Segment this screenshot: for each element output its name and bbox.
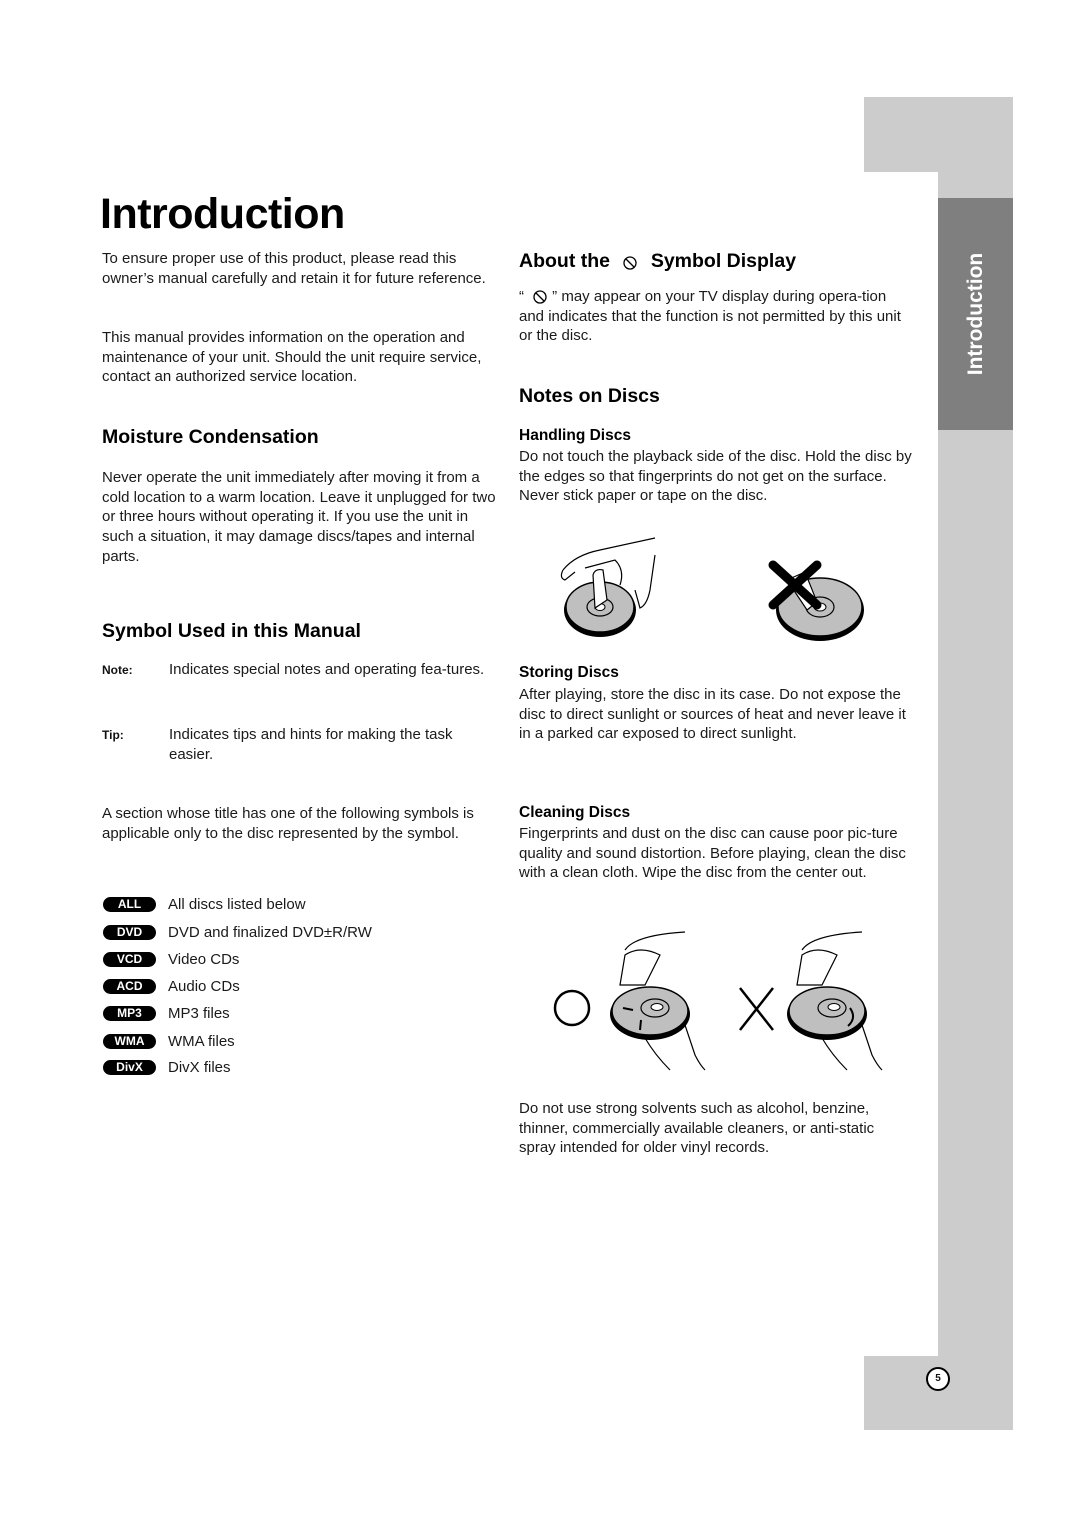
disc-desc: WMA files	[168, 1032, 235, 1050]
disc-desc: All discs listed below	[168, 895, 306, 913]
disc-desc: DVD and finalized DVD±R/RW	[168, 923, 372, 941]
circle-ok-mark	[553, 989, 591, 1027]
about-heading-pre: About the	[519, 250, 610, 272]
disc-desc: Audio CDs	[168, 977, 240, 995]
disc-legend-row: MP3 MP3 files	[103, 1003, 230, 1023]
cleaning-discs-illustration	[553, 931, 883, 1071]
definition-desc: Indicates tips and hints for making the …	[169, 726, 453, 763]
cleaning-warning-text: Do not use strong solvents such as alcoh…	[519, 1100, 875, 1157]
disc-badge-dvd: DVD	[103, 924, 156, 940]
disc-badge-all: ALL	[103, 896, 156, 912]
prohibited-icon	[533, 290, 547, 304]
wrong-handling-figure	[768, 560, 864, 641]
intro-paragraph-2: This manual provides information on the …	[102, 329, 482, 386]
storing-text: After playing, store the disc in its cas…	[519, 686, 906, 743]
about-symbol-text: “ ” may appear on your TV display during…	[519, 287, 914, 346]
disc-badge-vcd: VCD	[103, 951, 156, 967]
side-tab-label: Introduction	[963, 252, 987, 376]
cleaning-text: Fingerprints and dust on the disc can ca…	[519, 825, 906, 882]
disc-badge-wma: WMA	[103, 1033, 156, 1049]
about-symbol-heading: About the Symbol Display	[519, 250, 796, 273]
symbols-heading: Symbol Used in this Manual	[102, 620, 361, 642]
moisture-text: Never operate the unit immediately after…	[102, 469, 496, 565]
symbols-section-text: A section whose title has one of the fol…	[102, 805, 474, 842]
page-title: Introduction	[100, 190, 345, 238]
about-heading-post: Symbol Display	[650, 250, 797, 272]
disc-desc: DivX files	[168, 1058, 231, 1076]
moisture-heading: Moisture Condensation	[102, 426, 319, 448]
prohibited-icon	[623, 256, 638, 270]
definition-tip: Tip: Indicates tips and hints for making…	[102, 725, 499, 764]
quote-open: “	[519, 288, 524, 305]
correct-handling-figure	[560, 537, 656, 637]
disc-legend-row: DVD DVD and finalized DVD±R/RW	[103, 922, 372, 942]
disc-legend-row: ALL All discs listed below	[103, 894, 306, 914]
storing-heading: Storing Discs	[519, 664, 619, 681]
side-tab-active[interactable]: Introduction	[938, 198, 1013, 430]
handling-heading: Handling Discs	[519, 427, 631, 444]
disc-badge-mp3: MP3	[103, 1005, 156, 1021]
notes-on-discs-heading: Notes on Discs	[519, 385, 660, 407]
cleaning-heading: Cleaning Discs	[519, 804, 631, 821]
definition-term: Tip:	[102, 728, 124, 742]
disc-desc: Video CDs	[168, 950, 240, 968]
definition-desc: Indicates special notes and operating fe…	[169, 661, 485, 678]
disc-badge-divx: DivX	[103, 1059, 156, 1075]
disc-legend-row: ACD Audio CDs	[103, 976, 240, 996]
handling-discs-illustration	[560, 537, 864, 641]
side-tab-top-block	[864, 97, 1013, 172]
wrong-cleaning-figure	[739, 931, 883, 1071]
disc-legend-row: WMA WMA files	[103, 1031, 235, 1051]
definition-note: Note: Indicates special notes and operat…	[102, 660, 499, 680]
about-text-after-icon: ” may appear on your TV display during o…	[519, 288, 901, 345]
intro-paragraph-1: To ensure proper use of this product, pl…	[102, 250, 486, 287]
definition-term: Note:	[102, 663, 133, 677]
disc-legend-row: VCD Video CDs	[103, 949, 239, 969]
correct-cleaning-figure	[553, 931, 706, 1071]
handling-text: Do not touch the playback side of the di…	[519, 448, 912, 505]
disc-badge-acd: ACD	[103, 978, 156, 994]
disc-legend-row: DivX DivX files	[103, 1057, 231, 1077]
disc-desc: MP3 files	[168, 1004, 230, 1022]
page-number: 5	[926, 1367, 950, 1391]
